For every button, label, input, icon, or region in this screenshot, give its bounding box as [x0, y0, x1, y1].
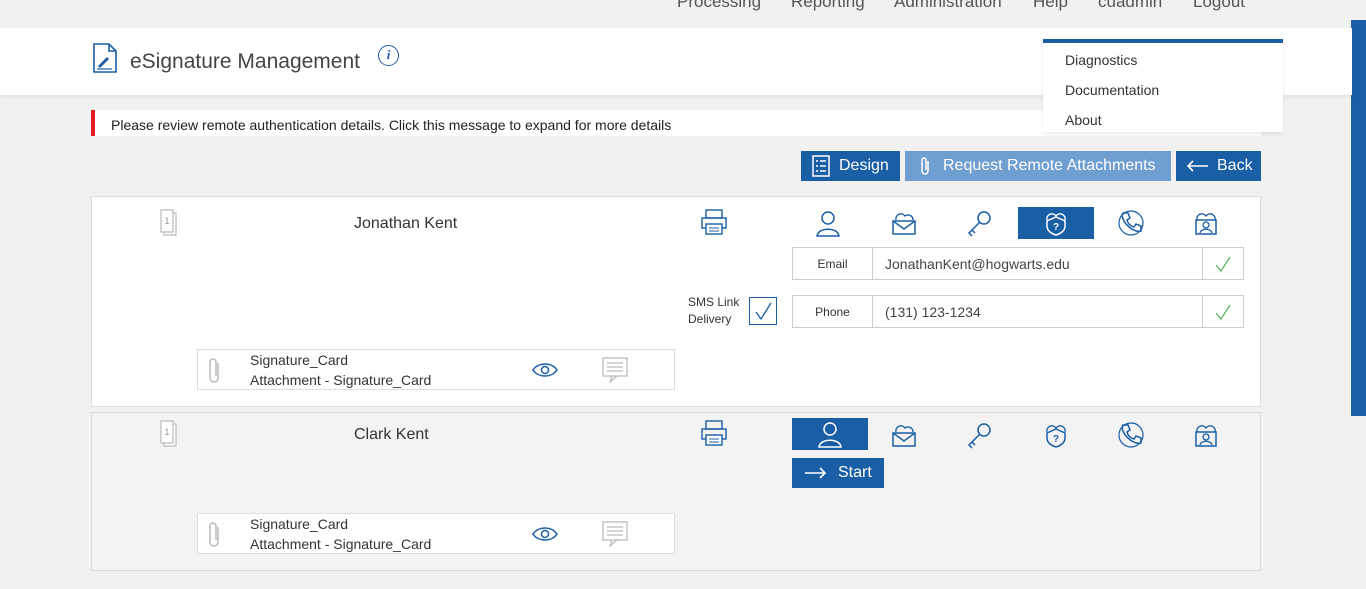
printer-icon[interactable] — [700, 419, 728, 447]
printer-icon[interactable] — [700, 208, 728, 236]
checkmark-icon — [1215, 304, 1231, 320]
arrow-left-icon — [1186, 160, 1208, 172]
svg-text:1: 1 — [164, 427, 169, 437]
checklist-icon — [812, 155, 830, 177]
design-button-label: Design — [839, 157, 889, 174]
auth-user-icon[interactable] — [790, 207, 866, 239]
page-number-icon: 1 — [160, 420, 177, 447]
envelope-cloud-icon — [892, 213, 916, 235]
checkmark-icon — [1215, 256, 1231, 272]
attachment-row: Signature_Card Attachment - Signature_Ca… — [197, 349, 675, 390]
shield-question-icon: ? — [1046, 425, 1066, 448]
menu-item-diagnostics[interactable]: Diagnostics — [1065, 52, 1137, 68]
nav-reporting[interactable]: Reporting — [791, 0, 865, 12]
request-attachments-label: Request Remote Attachments — [943, 157, 1156, 174]
nav-logout[interactable]: Logout — [1193, 0, 1245, 12]
attachment-name: Signature_Card — [250, 352, 349, 368]
back-button-label: Back — [1217, 157, 1253, 174]
paperclip-icon — [921, 157, 929, 175]
scrollbar[interactable] — [1351, 20, 1366, 416]
page-title: eSignature Management — [130, 50, 360, 73]
signer-name: Jonathan Kent — [354, 215, 458, 232]
start-button[interactable]: Start — [792, 458, 884, 488]
user-icon — [818, 422, 842, 448]
page-number-icon: 1 — [160, 209, 177, 236]
auth-password-icon[interactable] — [942, 207, 1018, 239]
attachment-row: Signature_Card Attachment - Signature_Ca… — [197, 513, 675, 554]
start-button-label: Start — [838, 464, 872, 481]
nav-processing[interactable]: Processing — [677, 0, 761, 12]
paperclip-icon — [209, 522, 219, 547]
menu-item-documentation[interactable]: Documentation — [1065, 82, 1159, 98]
phone-field[interactable]: (131) 123-1234 — [885, 304, 981, 320]
menu-item-about[interactable]: About — [1065, 112, 1102, 128]
paperclip-icon — [209, 358, 219, 383]
comment-icon[interactable] — [602, 357, 628, 383]
attachment-description: Attachment - Signature_Card — [250, 372, 432, 388]
auth-kba-icon[interactable]: ? — [1018, 419, 1094, 451]
auth-id-icon[interactable] — [1168, 419, 1244, 451]
attachment-name: Signature_Card — [250, 516, 349, 532]
auth-id-icon[interactable] — [1168, 207, 1244, 239]
sms-link-delivery-checkbox[interactable] — [749, 297, 777, 325]
envelope-cloud-icon — [892, 425, 916, 447]
shield-question-icon: ? — [1046, 213, 1066, 236]
help-dropdown-menu: Diagnostics Documentation About — [1043, 39, 1283, 132]
sms-link-delivery-label: SMS Link Delivery — [688, 295, 740, 326]
arrow-right-icon — [805, 467, 827, 479]
auth-phone-icon[interactable] — [1093, 207, 1169, 239]
email-verified-check — [1202, 248, 1243, 279]
attachment-description: Attachment - Signature_Card — [250, 536, 432, 552]
auth-email-icon[interactable] — [866, 207, 942, 239]
signer-name: Clark Kent — [354, 426, 429, 443]
back-button[interactable]: Back — [1176, 151, 1261, 181]
phone-icon — [1118, 422, 1144, 448]
auth-email-icon[interactable] — [866, 419, 942, 451]
auth-kba-icon[interactable]: ? — [1018, 207, 1094, 239]
auth-user-icon[interactable] — [792, 418, 868, 450]
email-field-row: Email JonathanKent@hogwarts.edu — [792, 247, 1244, 280]
id-cloud-icon — [1195, 425, 1217, 447]
id-cloud-icon — [1195, 213, 1217, 235]
request-remote-attachments-button[interactable]: Request Remote Attachments — [905, 151, 1171, 181]
document-edit-icon — [93, 43, 117, 73]
nav-administration[interactable]: Administration — [894, 0, 1002, 12]
auth-password-icon[interactable] — [942, 419, 1018, 451]
svg-text:1: 1 — [164, 216, 169, 226]
svg-text:?: ? — [1053, 434, 1059, 445]
top-navigation: Processing Reporting Administration Help… — [0, 0, 1366, 28]
phone-label: Phone — [793, 296, 873, 327]
info-icon[interactable]: i — [378, 45, 399, 66]
email-field[interactable]: JonathanKent@hogwarts.edu — [885, 256, 1070, 272]
alert-message[interactable]: Please review remote authentication deta… — [111, 117, 671, 133]
svg-text:?: ? — [1053, 222, 1059, 233]
key-icon — [967, 211, 991, 237]
user-icon — [816, 211, 840, 237]
phone-verified-check — [1202, 296, 1243, 327]
auth-phone-icon[interactable] — [1093, 419, 1169, 451]
phone-field-row: Phone (131) 123-1234 — [792, 295, 1244, 328]
nav-help[interactable]: Help — [1033, 0, 1068, 12]
nav-user[interactable]: cuadmin — [1098, 0, 1162, 12]
email-label: Email — [793, 248, 873, 279]
comment-icon[interactable] — [602, 521, 628, 547]
key-icon — [967, 423, 991, 449]
checkmark-icon — [755, 302, 772, 321]
eye-icon[interactable] — [532, 526, 558, 542]
phone-icon — [1118, 210, 1144, 236]
eye-icon[interactable] — [532, 362, 558, 378]
design-button[interactable]: Design — [801, 151, 900, 181]
